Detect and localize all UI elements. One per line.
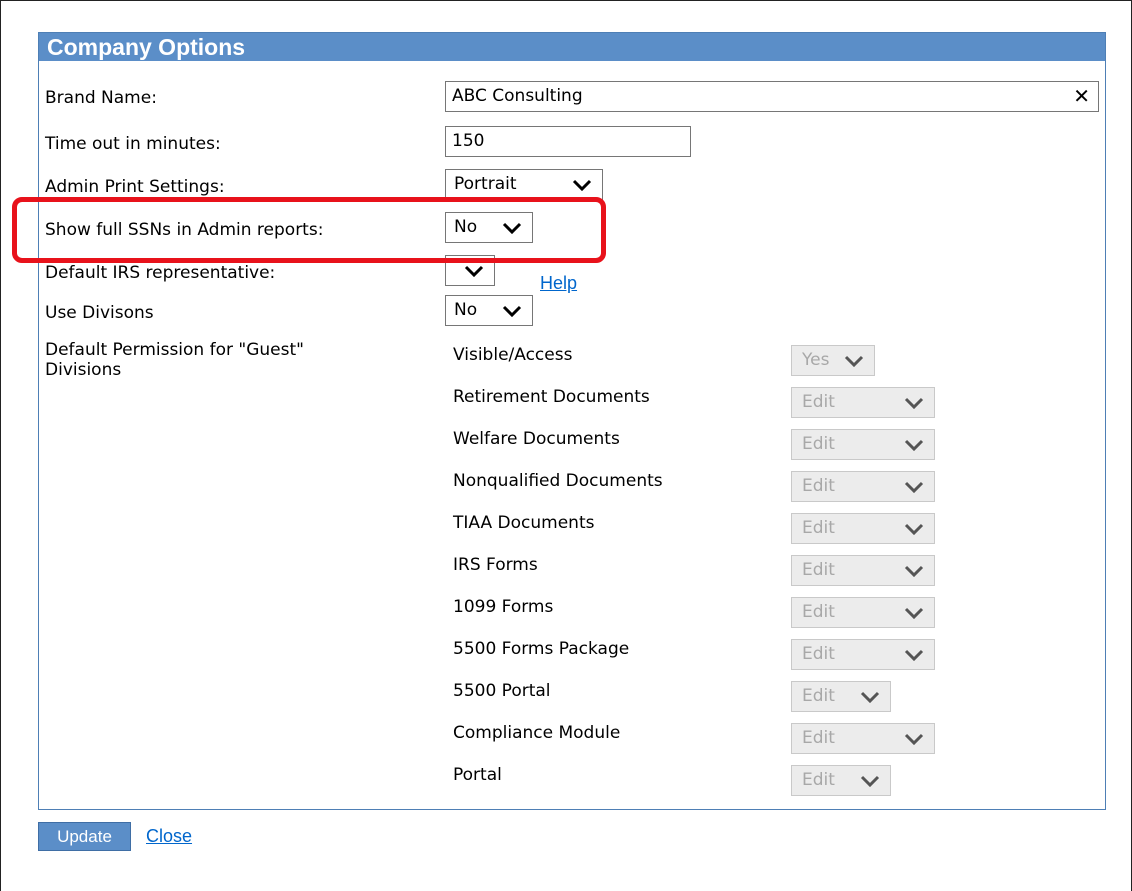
- chevron-down-icon: [904, 565, 924, 577]
- chevron-down-icon: [904, 439, 924, 451]
- permission-value: Edit: [802, 476, 835, 496]
- update-button[interactable]: Update: [38, 822, 131, 851]
- permission-select[interactable]: Edit: [791, 555, 935, 586]
- permission-value: Yes: [802, 350, 830, 370]
- close-link[interactable]: Close: [146, 826, 192, 847]
- permission-select[interactable]: Edit: [791, 765, 891, 796]
- chevron-down-icon: [904, 733, 924, 745]
- permission-label: TIAA Documents: [453, 513, 595, 533]
- permission-label: 5500 Forms Package: [453, 639, 630, 659]
- company-options-panel: Company Options Brand Name: ABC Consulti…: [38, 32, 1106, 810]
- chevron-down-icon: [904, 649, 924, 661]
- permission-value: Edit: [802, 770, 835, 790]
- timeout-value: 150: [452, 131, 485, 151]
- use-divisions-value: No: [454, 300, 478, 320]
- permission-value: Edit: [802, 518, 835, 538]
- timeout-label: Time out in minutes:: [45, 134, 221, 154]
- permission-value: Edit: [802, 686, 835, 706]
- guest-permission-label-line2: Divisions: [45, 360, 122, 380]
- use-divisions-label: Use Divisons: [45, 303, 154, 323]
- panel-title: Company Options: [39, 33, 1105, 61]
- permission-value: Edit: [802, 644, 835, 664]
- brand-name-value: ABC Consulting: [452, 86, 583, 106]
- permission-select[interactable]: Edit: [791, 597, 935, 628]
- permission-label: Portal: [453, 765, 502, 785]
- chevron-down-icon: [904, 523, 924, 535]
- permission-select[interactable]: Edit: [791, 723, 935, 754]
- use-divisions-select[interactable]: No: [445, 295, 533, 326]
- permission-select[interactable]: Edit: [791, 471, 935, 502]
- permission-label: Nonqualified Documents: [453, 471, 663, 491]
- permission-label: 1099 Forms: [453, 597, 554, 617]
- permission-label: Visible/Access: [453, 345, 573, 365]
- chevron-down-icon: [502, 305, 522, 317]
- chevron-down-icon: [904, 397, 924, 409]
- permission-select[interactable]: Edit: [791, 429, 935, 460]
- highlight-annotation: [12, 197, 606, 263]
- chevron-down-icon: [844, 355, 864, 367]
- permission-select[interactable]: Edit: [791, 681, 891, 712]
- chevron-down-icon: [860, 775, 880, 787]
- permission-value: Edit: [802, 728, 835, 748]
- chevron-down-icon: [860, 691, 880, 703]
- permission-label: Welfare Documents: [453, 429, 620, 449]
- permission-label: IRS Forms: [453, 555, 538, 575]
- timeout-input[interactable]: 150: [445, 126, 691, 157]
- permission-select[interactable]: Edit: [791, 513, 935, 544]
- permission-value: Edit: [802, 602, 835, 622]
- permission-label: Compliance Module: [453, 723, 621, 743]
- chevron-down-icon: [572, 179, 592, 191]
- irs-rep-label: Default IRS representative:: [45, 263, 276, 283]
- print-settings-value: Portrait: [454, 174, 517, 194]
- close-icon[interactable]: ✕: [1073, 86, 1090, 106]
- brand-name-label: Brand Name:: [45, 88, 157, 108]
- chevron-down-icon: [904, 481, 924, 493]
- chevron-down-icon: [904, 607, 924, 619]
- chevron-down-icon: [464, 265, 484, 277]
- permission-select[interactable]: Edit: [791, 639, 935, 670]
- guest-permission-label: Default Permission for "Guest": [45, 340, 304, 360]
- permission-select[interactable]: Edit: [791, 387, 935, 418]
- print-settings-select[interactable]: Portrait: [445, 169, 603, 200]
- brand-name-input[interactable]: ABC Consulting ✕: [445, 81, 1099, 112]
- permission-select[interactable]: Yes: [791, 345, 875, 376]
- help-link[interactable]: Help: [540, 273, 577, 294]
- permission-value: Edit: [802, 434, 835, 454]
- print-settings-label: Admin Print Settings:: [45, 177, 225, 197]
- permission-value: Edit: [802, 560, 835, 580]
- permission-label: 5500 Portal: [453, 681, 551, 701]
- permission-label: Retirement Documents: [453, 387, 650, 407]
- permission-value: Edit: [802, 392, 835, 412]
